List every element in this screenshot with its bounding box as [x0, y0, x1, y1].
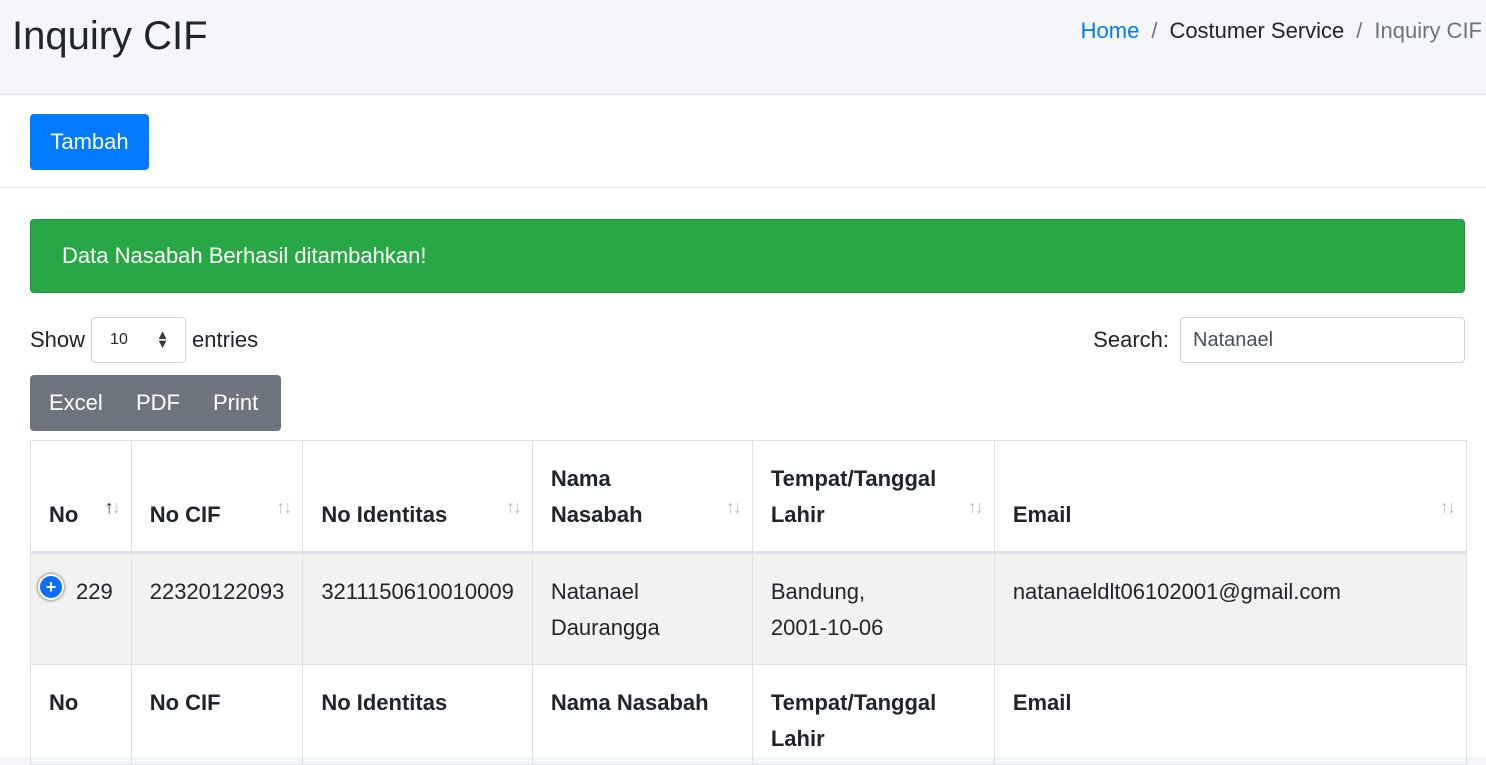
cell-text: Natanael — [550, 579, 639, 604]
header-label: Tempat/Tanggal — [770, 466, 937, 491]
pdf-button[interactable]: PDF — [118, 375, 194, 431]
header-label: Nasabah — [550, 502, 643, 527]
cell-text: Daurangga — [550, 615, 660, 640]
entries-length-control: Show 10 ▲ ▼ entries — [30, 317, 258, 363]
breadcrumb-separator: / — [1356, 18, 1363, 43]
cell-tempat-tanggal-lahir: Bandung, 2001-10-06 — [751, 552, 995, 665]
breadcrumb-current: Inquiry CIF — [1374, 18, 1482, 43]
main-card: Tambah Data Nasabah Berhasil ditambahkan… — [0, 94, 1486, 765]
sort-ascending-icon: ↑↓ — [104, 497, 121, 517]
column-header-no-identitas[interactable]: No Identitas ↑↓ — [302, 440, 533, 554]
footer-no-identitas: No Identitas — [302, 664, 533, 765]
entries-select[interactable]: 10 ▲ ▼ — [91, 317, 187, 363]
sort-icon: ↑↓ — [725, 497, 742, 517]
page-header: Inquiry CIF Home / Costumer Service / In… — [0, 0, 1486, 94]
header-label: No CIF — [149, 502, 221, 527]
search-label: Search: — [1093, 327, 1169, 352]
sort-icon: ↑↓ — [505, 497, 522, 517]
header-label: Nama — [550, 466, 611, 491]
footer-email: Email — [993, 664, 1468, 765]
cell-no-value: 229 — [76, 579, 113, 604]
sort-icon: ↑↓ — [967, 497, 984, 517]
column-header-no-cif[interactable]: No CIF ↑↓ — [130, 440, 304, 554]
footer-no: No — [30, 664, 132, 765]
table-header-row: No ↑↓ No CIF ↑↓ No Identitas ↑↓ Nama Nas… — [30, 440, 1468, 554]
column-header-nama-nasabah[interactable]: Nama Nasabah ↑↓ — [531, 440, 753, 554]
column-header-no[interactable]: No ↑↓ — [30, 440, 132, 554]
header-label: Lahir — [770, 502, 825, 527]
breadcrumb-separator: / — [1151, 18, 1158, 43]
customer-table: No ↑↓ No CIF ↑↓ No Identitas ↑↓ Nama Nas… — [30, 440, 1468, 765]
search-input[interactable] — [1180, 317, 1465, 363]
column-header-tempat-tanggal-lahir[interactable]: Tempat/Tanggal Lahir ↑↓ — [751, 440, 995, 554]
select-caret-icon: ▲ ▼ — [156, 327, 170, 351]
cell-email: natanaeldlt06102001@gmail.com — [993, 552, 1468, 665]
header-label: Email — [1012, 502, 1072, 527]
cell-text: Bandung, — [770, 579, 866, 604]
breadcrumb-home-link[interactable]: Home — [1081, 16, 1140, 46]
footer-label: Tempat/Tanggal — [770, 690, 937, 715]
success-alert: Data Nasabah Berhasil ditambahkan! — [30, 219, 1465, 293]
header-label: No — [49, 502, 79, 527]
expand-row-icon[interactable]: + — [38, 574, 64, 600]
sort-icon: ↑↓ — [1440, 497, 1456, 517]
table-row: + 229 22320122093 3211150610010009 Natan… — [30, 552, 1468, 665]
add-button[interactable]: Tambah — [30, 114, 149, 170]
footer-no-cif: No CIF — [130, 664, 304, 765]
sort-icon: ↑↓ — [276, 497, 292, 517]
print-button[interactable]: Print — [194, 375, 281, 431]
excel-button[interactable]: Excel — [30, 375, 118, 431]
search-control: Search: — [1093, 317, 1465, 363]
cell-no: + 229 — [30, 552, 132, 665]
breadcrumb: Home / Costumer Service / Inquiry CIF — [1081, 16, 1482, 46]
header-label: No Identitas — [321, 502, 448, 527]
card-header: Tambah — [0, 95, 1486, 188]
entries-label: entries — [192, 327, 259, 352]
cell-no-identitas: 3211150610010009 — [302, 552, 533, 665]
footer-label: Lahir — [770, 726, 825, 751]
cell-text: 2001-10-06 — [770, 615, 884, 640]
entries-select-value: 10 — [110, 331, 128, 348]
show-label: Show — [30, 327, 86, 352]
column-header-email[interactable]: Email ↑↓ — [993, 440, 1468, 554]
table-footer-row: No No CIF No Identitas Nama Nasabah Temp… — [30, 664, 1468, 765]
footer-tempat-tanggal-lahir: Tempat/Tanggal Lahir — [751, 664, 995, 765]
page-title: Inquiry CIF — [12, 14, 208, 58]
cell-no-cif: 22320122093 — [130, 552, 304, 665]
breadcrumb-costumer-service: Costumer Service — [1169, 18, 1345, 43]
cell-nama-nasabah: Natanael Daurangga — [531, 552, 753, 665]
export-button-group: Excel PDF Print — [30, 375, 281, 431]
footer-nama-nasabah: Nama Nasabah — [531, 664, 753, 765]
